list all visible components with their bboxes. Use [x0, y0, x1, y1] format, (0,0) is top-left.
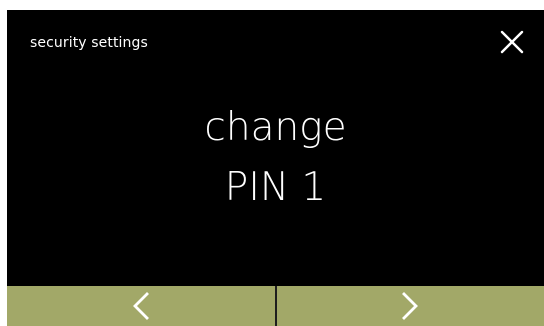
page-title: security settings	[30, 35, 148, 51]
screen: security settings change PIN 1	[7, 10, 544, 326]
close-icon	[500, 30, 524, 54]
chevron-right-icon	[402, 292, 419, 320]
previous-button[interactable]	[7, 286, 275, 326]
close-button[interactable]	[496, 26, 528, 58]
chevron-left-icon	[132, 292, 149, 320]
message-panel: change PIN 1	[7, 98, 544, 218]
message-line-2: PIN 1	[224, 165, 327, 210]
message-line-1: change	[204, 105, 347, 150]
navigation-bar	[7, 286, 544, 326]
next-button[interactable]	[276, 286, 544, 326]
